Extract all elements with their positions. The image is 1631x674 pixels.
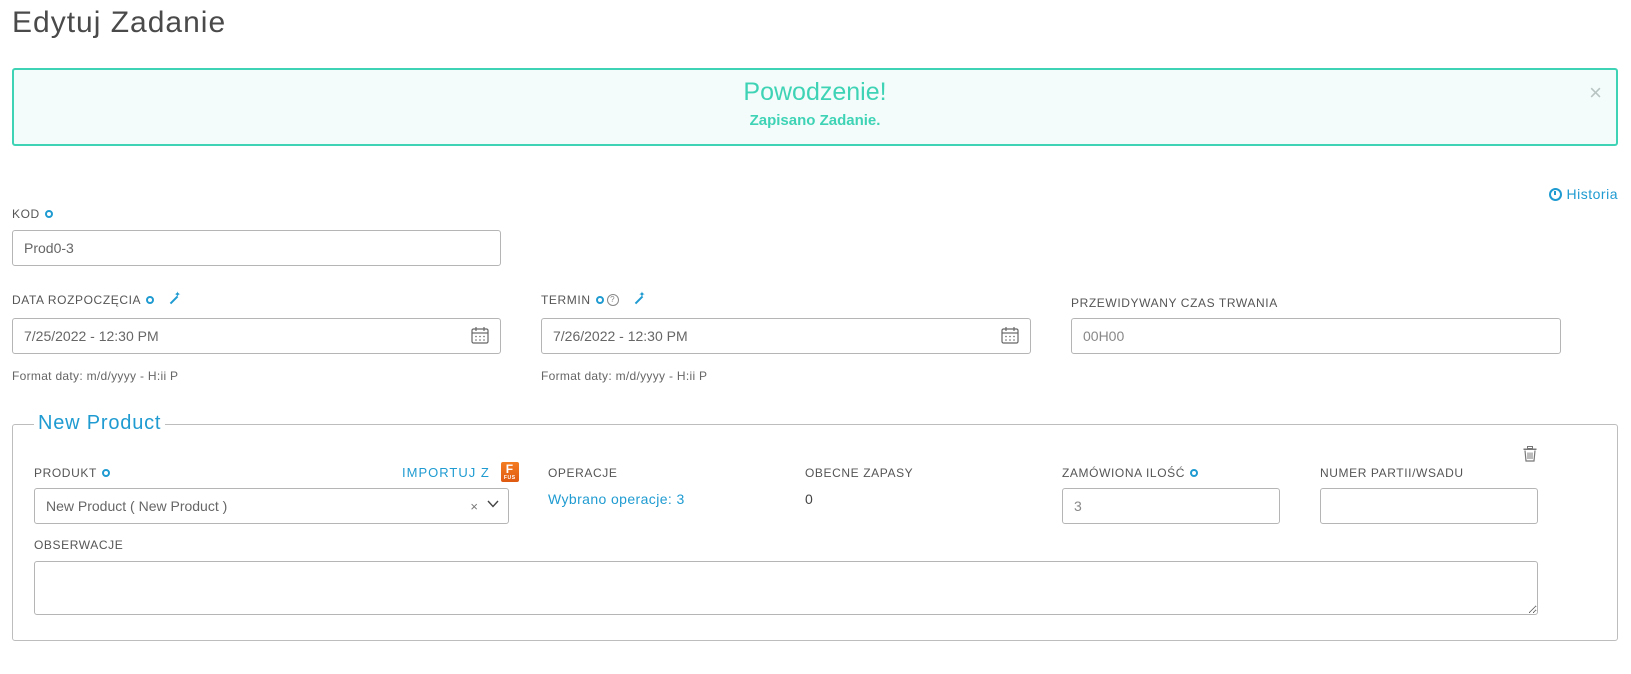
- fusion-letter: F: [505, 462, 514, 476]
- clock-icon: [1548, 187, 1562, 201]
- code-input[interactable]: Prod0-3: [12, 230, 501, 266]
- ordered-qty-label-row: ZAMÓWIONA ILOŚĆ: [1062, 466, 1199, 480]
- history-label: Historia: [1566, 186, 1618, 202]
- calendar-icon[interactable]: [1001, 327, 1019, 344]
- operations-label: OPERACJE: [548, 466, 618, 480]
- ordered-qty-input[interactable]: 3: [1062, 488, 1280, 524]
- import-link[interactable]: IMPORTUJ Z F FUS: [402, 462, 519, 482]
- duration-label: PRZEWIDYWANY CZAS TRWANIA: [1071, 296, 1278, 310]
- required-icon: [44, 210, 53, 218]
- batch-input[interactable]: [1320, 488, 1538, 524]
- deadline-label-row: TERMIN ?: [541, 290, 646, 307]
- deadline-input[interactable]: 7/26/2022 - 12:30 PM: [541, 318, 1031, 354]
- required-icon: [146, 296, 155, 304]
- stock-value: 0: [805, 491, 813, 507]
- start-date-hint: Format daty: m/d/yyyy - H:ii P: [12, 369, 179, 383]
- alert-title: Powodzenie!: [743, 78, 887, 106]
- notes-label-row: OBSERWACJE: [34, 538, 123, 552]
- chevron-down-icon[interactable]: [487, 500, 499, 508]
- success-alert: Powodzenie! Zapisano Zadanie. ×: [12, 68, 1618, 146]
- alert-message: Zapisano Zadanie.: [749, 112, 881, 129]
- required-icon: [101, 469, 110, 477]
- product-selected-value: New Product ( New Product ): [46, 498, 228, 514]
- start-date-label: DATA ROZPOCZĘCIA: [12, 293, 142, 307]
- fusion-sub-label: FUS: [503, 475, 516, 481]
- product-select[interactable]: New Product ( New Product ) ×: [34, 488, 509, 524]
- history-link[interactable]: Historia: [1548, 186, 1618, 202]
- operations-link[interactable]: Wybrano operacje: 3: [548, 491, 685, 507]
- help-icon[interactable]: ?: [606, 294, 619, 306]
- start-date-label-row: DATA ROZPOCZĘCIA: [12, 290, 181, 307]
- notes-label: OBSERWACJE: [34, 538, 124, 552]
- start-date-value: 7/25/2022 - 12:30 PM: [24, 328, 159, 344]
- product-label-row: PRODUKT: [34, 466, 110, 480]
- trash-icon[interactable]: [1523, 446, 1537, 462]
- deadline-value: 7/26/2022 - 12:30 PM: [553, 328, 688, 344]
- required-icon: [595, 296, 604, 304]
- batch-label: NUMER PARTII/WSADU: [1320, 466, 1464, 480]
- product-section-legend: New Product: [34, 412, 166, 435]
- operations-label-row: OPERACJE: [548, 466, 617, 480]
- clear-selection-icon[interactable]: ×: [470, 499, 478, 514]
- product-label: PRODUKT: [34, 466, 97, 480]
- close-icon[interactable]: ×: [1589, 82, 1602, 104]
- stock-label-row: OBECNE ZAPASY: [805, 466, 913, 480]
- import-label: IMPORTUJ Z: [402, 464, 490, 480]
- duration-input[interactable]: 00H00: [1071, 318, 1561, 354]
- magic-wand-icon[interactable]: [167, 290, 181, 307]
- code-label-row: KOD: [12, 207, 53, 221]
- deadline-hint: Format daty: m/d/yyyy - H:ii P: [541, 369, 708, 383]
- notes-textarea[interactable]: [34, 561, 1538, 615]
- start-date-input[interactable]: 7/25/2022 - 12:30 PM: [12, 318, 501, 354]
- magic-wand-icon[interactable]: [632, 290, 646, 307]
- duration-label-row: PRZEWIDYWANY CZAS TRWANIA: [1071, 296, 1278, 310]
- stock-label: OBECNE ZAPASY: [805, 466, 914, 480]
- page-title: Edytuj Zadanie: [12, 6, 227, 39]
- deadline-label: TERMIN: [541, 293, 591, 307]
- code-label: KOD: [12, 207, 40, 221]
- fusion-logo-icon[interactable]: F FUS: [500, 462, 519, 482]
- calendar-icon[interactable]: [471, 327, 489, 344]
- required-icon: [1190, 469, 1199, 477]
- batch-label-row: NUMER PARTII/WSADU: [1320, 466, 1464, 480]
- ordered-qty-label: ZAMÓWIONA ILOŚĆ: [1062, 466, 1186, 480]
